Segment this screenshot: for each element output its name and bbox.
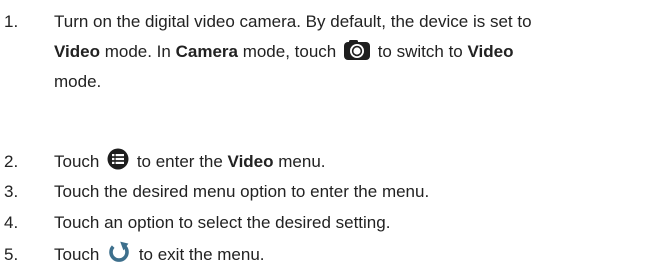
step-text: Turn on the digital video camera. By def…	[54, 7, 646, 97]
step-number: 5.	[4, 245, 19, 264]
step-2-text-fragment: menu.	[273, 152, 326, 171]
video-mode-label: Video	[467, 42, 514, 61]
step-5-text-fragment: to exit the menu.	[134, 245, 265, 264]
step-text: Touch to enter the Video menu.	[54, 148, 646, 174]
step-5-text-fragment: Touch	[54, 245, 105, 264]
step-text: Touch an option to select the desired se…	[54, 213, 391, 232]
step-text: Touch the desired menu option to enter t…	[54, 182, 430, 201]
step-1-line-1: Turn on the digital video camera. By def…	[54, 12, 532, 31]
step-number: 1.	[4, 12, 19, 31]
step-2-text-fragment: to enter the	[132, 152, 228, 171]
camera-mode-label: Camera	[175, 42, 238, 61]
step-1-text-fragment: mode, touch	[237, 42, 341, 61]
video-menu-label: Video	[227, 152, 274, 171]
step-number: 4.	[4, 213, 19, 232]
back-arrow-icon	[107, 240, 131, 264]
step-number: 2.	[4, 152, 19, 171]
step-1-text-fragment: to switch to	[372, 42, 468, 61]
step-2-text-fragment: Touch	[54, 152, 105, 171]
step-number: 3.	[4, 182, 19, 201]
step-1-text-fragment: mode. In	[99, 42, 176, 61]
step-1-line-3: mode.	[54, 72, 102, 91]
step-1-line-2: Video mode. In Camera mode, touch to swi…	[54, 37, 646, 67]
video-mode-label: Video	[54, 42, 100, 61]
instruction-steps: 1. Turn on the digital video camera. By …	[0, 0, 652, 272]
menu-list-icon	[107, 148, 129, 170]
step-text: Touch to exit the menu.	[54, 240, 646, 268]
camera-icon	[343, 39, 371, 61]
